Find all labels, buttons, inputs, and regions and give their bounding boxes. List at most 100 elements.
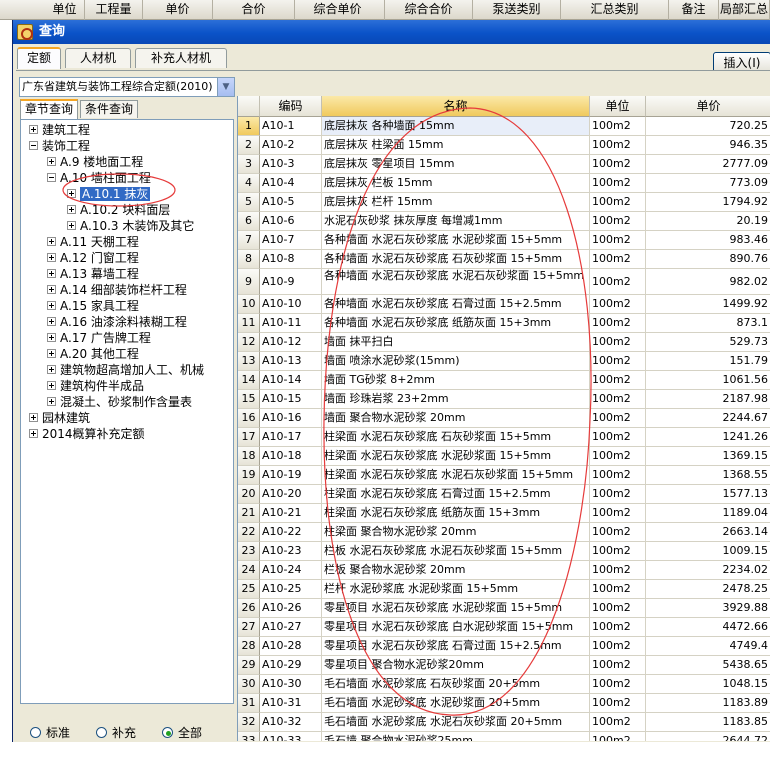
tree-node[interactable]: A.10.2 块料面层: [67, 202, 170, 218]
table-row[interactable]: 21 A10-21 柱梁面 水泥石灰砂浆底 纸筋灰面 15+3mm 100m2 1189…: [238, 504, 770, 523]
expand-icon[interactable]: [67, 189, 76, 198]
table-row[interactable]: 4 A10-4 底层抹灰 栏板 15mm 100m2 773.09: [238, 174, 770, 193]
expand-icon[interactable]: [67, 205, 76, 214]
table-row[interactable]: 15 A10-15 墙面 珍珠岩浆 23+2mm 100m2 2187.98: [238, 390, 770, 409]
expand-icon[interactable]: [47, 157, 56, 166]
tab-quota[interactable]: 定额: [17, 47, 61, 69]
radio-option[interactable]: 标准: [30, 725, 70, 741]
tab-supplement-material[interactable]: 补充人材机: [135, 48, 227, 68]
table-row[interactable]: 6 A10-6 水泥石灰砂浆 抹灰厚度 每增减1mm 100m2 20.19: [238, 212, 770, 231]
table-row[interactable]: 19 A10-19 柱梁面 水泥石灰砂浆底 水泥石灰砂浆面 15+5mm 100m2 1…: [238, 466, 770, 485]
title-bar[interactable]: 查询: [13, 20, 770, 44]
grid-header-code[interactable]: 编码: [260, 96, 322, 117]
table-row[interactable]: 7 A10-7 各种墙面 水泥石灰砂浆底 水泥砂浆面 15+5mm 100m2 983.…: [238, 231, 770, 250]
table-row[interactable]: 5 A10-5 底层抹灰 栏杆 15mm 100m2 1794.92: [238, 193, 770, 212]
expand-icon[interactable]: [29, 429, 38, 438]
grid-header-price[interactable]: 单价: [646, 96, 770, 117]
collapse-icon[interactable]: [47, 173, 56, 182]
radio-option[interactable]: 全部: [162, 725, 202, 741]
table-row[interactable]: 14 A10-14 墙面 TG砂浆 8+2mm 100m2 1061.56: [238, 371, 770, 390]
radio-circle-icon[interactable]: [96, 727, 107, 738]
row-unit: 100m2: [590, 371, 646, 390]
tab-chapter-query[interactable]: 章节查询: [20, 99, 78, 119]
expand-icon[interactable]: [47, 253, 56, 262]
tree-node[interactable]: 装饰工程: [29, 138, 90, 154]
table-row[interactable]: 31 A10-31 毛石墙面 水泥砂浆底 水泥砂浆面 20+5mm 100m2 1183…: [238, 694, 770, 713]
table-row[interactable]: 9 A10-9 各种墙面 水泥石灰砂浆底 水泥石灰砂浆面 15+5mm 100m2 98…: [238, 269, 770, 295]
tree-node[interactable]: A.10.3 木装饰及其它: [67, 218, 194, 234]
expand-icon[interactable]: [47, 269, 56, 278]
grid-header-rownum[interactable]: [238, 96, 260, 117]
expand-icon[interactable]: [29, 413, 38, 422]
tree-node[interactable]: A.11 天棚工程: [47, 234, 139, 250]
table-row[interactable]: 33 A10-33 毛石墙 聚合物水泥砂浆25mm 100m2 2644.72: [238, 732, 770, 741]
tree-node[interactable]: A.15 家具工程: [47, 298, 139, 314]
radio-option[interactable]: 补充: [96, 725, 136, 741]
table-row[interactable]: 29 A10-29 零星项目 聚合物水泥砂浆20mm 100m2 5438.65: [238, 656, 770, 675]
expand-icon[interactable]: [47, 381, 56, 390]
radio-circle-icon[interactable]: [30, 727, 41, 738]
tree-node[interactable]: A.20 其他工程: [47, 346, 139, 362]
expand-icon[interactable]: [47, 285, 56, 294]
radio-circle-icon[interactable]: [162, 727, 173, 738]
expand-icon[interactable]: [47, 237, 56, 246]
tree-node[interactable]: A.12 门窗工程: [47, 250, 139, 266]
table-row[interactable]: 10 A10-10 各种墙面 水泥石灰砂浆底 石膏过面 15+2.5mm 100m2 1…: [238, 295, 770, 314]
tree-node-label: 建筑构件半成品: [60, 379, 145, 393]
table-row[interactable]: 11 A10-11 各种墙面 水泥石灰砂浆底 纸筋灰面 15+3mm 100m2 873…: [238, 314, 770, 333]
table-row[interactable]: 32 A10-32 毛石墙面 水泥砂浆底 水泥石灰砂浆面 20+5mm 100m2 11…: [238, 713, 770, 732]
table-row[interactable]: 16 A10-16 墙面 聚合物水泥砂浆 20mm 100m2 2244.67: [238, 409, 770, 428]
table-row[interactable]: 25 A10-25 栏杆 水泥砂浆底 水泥砂浆面 15+5mm 100m2 2478.2…: [238, 580, 770, 599]
expand-icon[interactable]: [29, 125, 38, 134]
tab-condition-query[interactable]: 条件查询: [80, 100, 138, 118]
collapse-icon[interactable]: [29, 141, 38, 150]
tree-node[interactable]: A.13 幕墙工程: [47, 266, 139, 282]
expand-icon[interactable]: [47, 397, 56, 406]
grid-header-unit[interactable]: 单位: [590, 96, 646, 117]
table-row[interactable]: 1 A10-1 底层抹灰 各种墙面 15mm 100m2 720.25: [238, 117, 770, 136]
expand-icon[interactable]: [47, 301, 56, 310]
expand-icon[interactable]: [47, 365, 56, 374]
tree-node[interactable]: 混凝土、砂浆制作含量表: [47, 394, 192, 410]
tree-node[interactable]: A.14 细部装饰栏杆工程: [47, 282, 187, 298]
tab-labor-material[interactable]: 人材机: [65, 48, 131, 68]
table-row[interactable]: 8 A10-8 各种墙面 水泥石灰砂浆底 石灰砂浆面 15+5mm 100m2 890.…: [238, 250, 770, 269]
tree-node-label: A.14 细部装饰栏杆工程: [60, 283, 187, 297]
table-row[interactable]: 27 A10-27 零星项目 水泥石灰砂浆底 白水泥砂浆面 15+5mm 100m2 4…: [238, 618, 770, 637]
tree-node[interactable]: A.10 墙柱面工程: [47, 170, 151, 186]
expand-icon[interactable]: [67, 221, 76, 230]
tree-node[interactable]: 2014概算补充定额: [29, 426, 145, 442]
quota-grid[interactable]: 编码 名称 单位 单价 1 A10-1 底层抹灰 各种墙面 15mm 100m2 720.25…: [237, 96, 770, 741]
tree-node[interactable]: A.9 楼地面工程: [47, 154, 143, 170]
table-row[interactable]: 12 A10-12 墙面 抹平扫白 100m2 529.73: [238, 333, 770, 352]
table-row[interactable]: 23 A10-23 栏板 水泥石灰砂浆底 水泥石灰砂浆面 15+5mm 100m2 10…: [238, 542, 770, 561]
table-row[interactable]: 24 A10-24 栏板 聚合物水泥砂浆 20mm 100m2 2234.02: [238, 561, 770, 580]
grid-header-name[interactable]: 名称: [322, 96, 590, 117]
tree-node[interactable]: 建筑工程: [29, 122, 90, 138]
chapter-tree[interactable]: 建筑工程 装饰工程 A.9 楼地面工程 A.10 墙柱面工程 A.10.1 抹灰 A.10…: [20, 119, 234, 704]
row-code: A10-14: [260, 371, 322, 390]
table-row[interactable]: 28 A10-28 零星项目 水泥石灰砂浆底 石膏过面 15+2.5mm 100m2 4…: [238, 637, 770, 656]
table-row[interactable]: 26 A10-26 零星项目 水泥石灰砂浆底 水泥砂浆面 15+5mm 100m2 39…: [238, 599, 770, 618]
table-row[interactable]: 13 A10-13 墙面 喷涂水泥砂浆(15mm) 100m2 151.79: [238, 352, 770, 371]
table-row[interactable]: 20 A10-20 柱梁面 水泥石灰砂浆底 石膏过面 15+2.5mm 100m2 15…: [238, 485, 770, 504]
expand-icon[interactable]: [47, 333, 56, 342]
table-row[interactable]: 2 A10-2 底层抹灰 柱梁面 15mm 100m2 946.35: [238, 136, 770, 155]
table-row[interactable]: 17 A10-17 柱梁面 水泥石灰砂浆底 石灰砂浆面 15+5mm 100m2 124…: [238, 428, 770, 447]
table-row[interactable]: 18 A10-18 柱梁面 水泥石灰砂浆底 水泥砂浆面 15+5mm 100m2 136…: [238, 447, 770, 466]
quota-library-select[interactable]: 广东省建筑与装饰工程综合定额(2010) ▼: [19, 77, 235, 97]
tree-node[interactable]: 建筑物超高增加人工、机械: [47, 362, 204, 378]
expand-icon[interactable]: [47, 349, 56, 358]
tree-node[interactable]: A.16 油漆涂料裱糊工程: [47, 314, 187, 330]
tree-node[interactable]: A.17 广告牌工程: [47, 330, 151, 346]
table-row[interactable]: 30 A10-30 毛石墙面 水泥砂浆底 石灰砂浆面 20+5mm 100m2 1048…: [238, 675, 770, 694]
table-row[interactable]: 22 A10-22 柱梁面 聚合物水泥砂浆 20mm 100m2 2663.14: [238, 523, 770, 542]
chevron-down-icon[interactable]: ▼: [217, 78, 234, 96]
row-unit: 100m2: [590, 466, 646, 485]
tree-node[interactable]: 建筑构件半成品: [47, 378, 144, 394]
tree-node[interactable]: 园林建筑: [29, 410, 90, 426]
bg-header-col-1: 工程量: [85, 0, 143, 20]
expand-icon[interactable]: [47, 317, 56, 326]
table-row[interactable]: 3 A10-3 底层抹灰 零星项目 15mm 100m2 2777.09: [238, 155, 770, 174]
tree-node[interactable]: A.10.1 抹灰: [67, 186, 151, 202]
